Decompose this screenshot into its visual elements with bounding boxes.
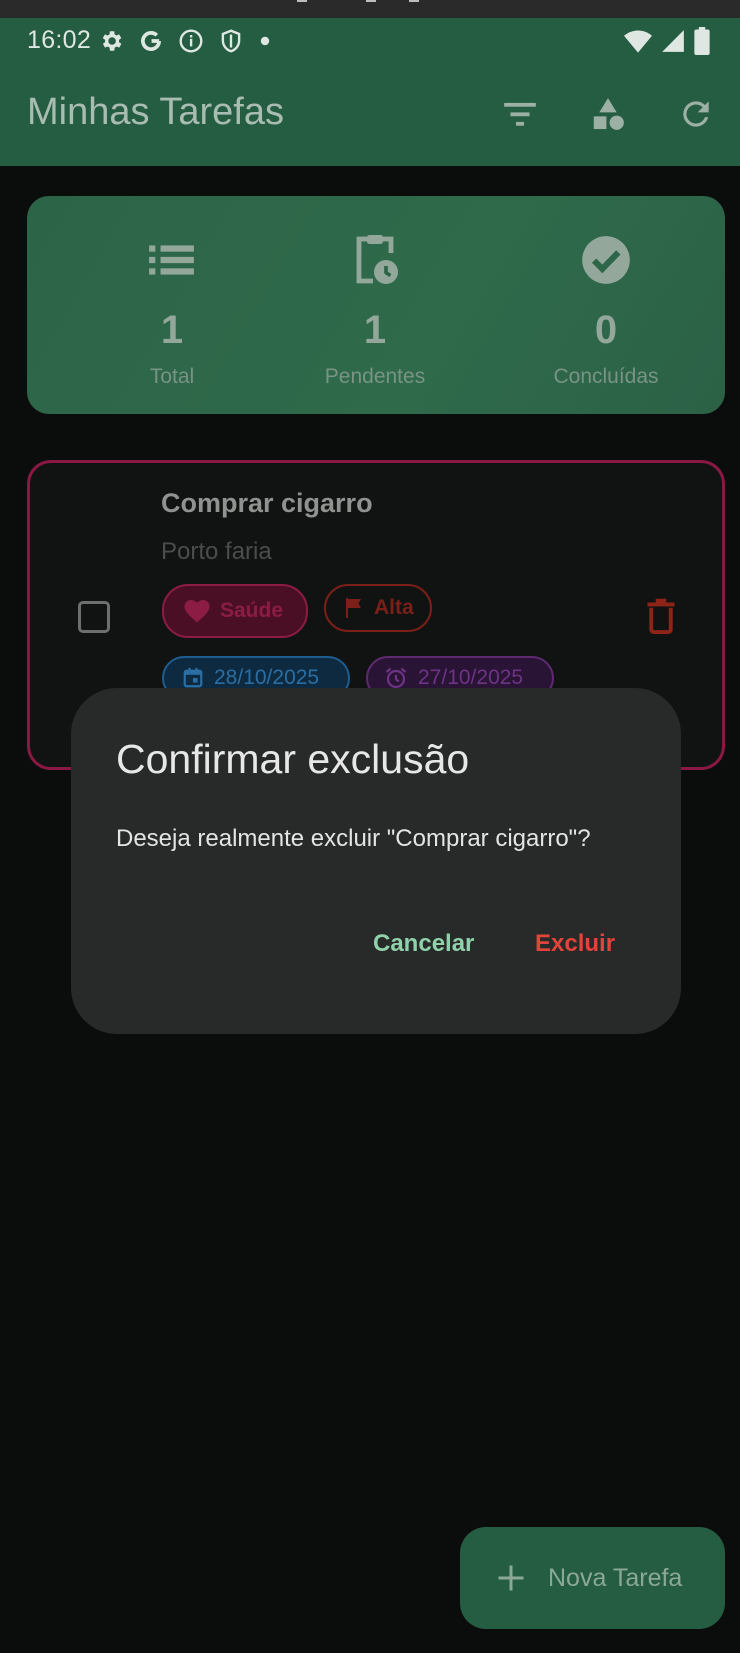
status-icons-right bbox=[624, 27, 710, 55]
stat-total-label: Total bbox=[149, 365, 195, 388]
gear-icon bbox=[102, 31, 122, 51]
cell-signal-icon bbox=[662, 30, 684, 52]
clipboard-clock-icon bbox=[356, 235, 398, 284]
filter-icon bbox=[504, 102, 536, 126]
stat-pending-value: 1 bbox=[363, 308, 387, 352]
calendar-icon bbox=[183, 667, 203, 688]
stat-completed-label: Concluídas bbox=[553, 365, 659, 388]
stat-pending: 1 Pendentes bbox=[285, 196, 465, 389]
plus-icon bbox=[498, 1565, 524, 1591]
category-shapes-icon bbox=[593, 98, 624, 130]
system-top-strip bbox=[0, 0, 740, 18]
new-task-fab[interactable]: Nova Tarefa bbox=[460, 1527, 725, 1629]
fab-label: Nova Tarefa bbox=[548, 1563, 683, 1592]
google-icon bbox=[141, 31, 161, 51]
heart-icon bbox=[184, 599, 210, 623]
stat-total: 1 Total bbox=[82, 196, 262, 389]
due-date-label: 28/10/2025 bbox=[214, 666, 320, 689]
info-icon bbox=[179, 29, 203, 53]
confirm-delete-dialog: Confirmar exclusão Deseja realmente excl… bbox=[71, 688, 681, 1034]
status-icons-left bbox=[98, 28, 272, 54]
refresh-icon bbox=[683, 101, 709, 127]
battery-icon bbox=[694, 27, 710, 55]
alarm-icon bbox=[385, 667, 407, 689]
filter-button[interactable] bbox=[476, 92, 564, 136]
category-button[interactable] bbox=[564, 92, 652, 136]
flag-icon bbox=[346, 598, 361, 618]
dot-icon bbox=[260, 36, 270, 46]
trash-icon bbox=[647, 598, 675, 634]
dialog-title: Confirmar exclusão bbox=[116, 736, 470, 782]
task-complete-checkbox[interactable] bbox=[78, 601, 110, 633]
delete-task-button[interactable] bbox=[646, 598, 676, 639]
check-circle-icon bbox=[582, 236, 630, 284]
confirm-delete-button[interactable]: Excluir bbox=[535, 930, 615, 958]
dialog-message: Deseja realmente excluir "Comprar cigarr… bbox=[116, 825, 591, 852]
app-bar-actions bbox=[476, 92, 740, 136]
list-icon bbox=[149, 245, 194, 275]
category-chip: Saúde bbox=[162, 584, 308, 638]
priority-label: Alta bbox=[374, 596, 414, 619]
stat-pending-label: Pendentes bbox=[324, 365, 426, 388]
stat-total-value: 1 bbox=[160, 308, 184, 352]
wifi-icon bbox=[624, 30, 652, 53]
task-title: Comprar cigarro bbox=[161, 488, 373, 518]
priority-chip: Alta bbox=[324, 584, 432, 632]
task-description: Porto faria bbox=[161, 538, 272, 565]
shield-icon bbox=[221, 29, 241, 53]
reminder-label: 27/10/2025 bbox=[418, 666, 524, 689]
stats-card: 1 Total 1 Pendentes 0 Concluídas bbox=[27, 196, 725, 414]
stat-completed-value: 0 bbox=[594, 308, 618, 352]
status-time: 16:02 bbox=[27, 26, 92, 54]
app-title: Minhas Tarefas bbox=[27, 91, 284, 133]
refresh-button[interactable] bbox=[652, 92, 740, 136]
stat-completed: 0 Concluídas bbox=[516, 196, 696, 389]
cancel-button[interactable]: Cancelar bbox=[373, 930, 474, 958]
category-label: Saúde bbox=[220, 599, 284, 622]
